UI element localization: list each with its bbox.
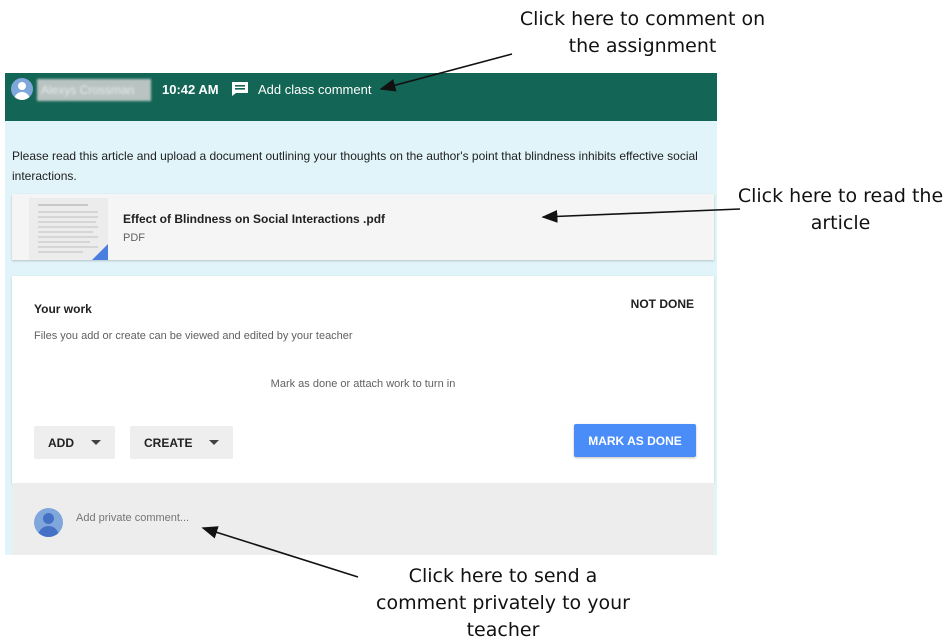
assignment-header: Alexys Crossman 10:42 AM Add class comme… <box>5 73 717 121</box>
annotation-private-comment: Click here to send a comment privately t… <box>376 565 630 641</box>
chevron-down-icon <box>209 440 219 445</box>
private-comment-area <box>12 483 714 555</box>
pdf-thumbnail <box>29 198 108 260</box>
post-time: 10:42 AM <box>162 82 219 97</box>
create-button-label: CREATE <box>144 435 193 450</box>
author-name: Alexys Crossman <box>37 79 151 101</box>
assignment-instructions: Please read this article and upload a do… <box>12 149 698 183</box>
attachment-file-name[interactable]: Effect of Blindness on Social Interactio… <box>123 212 385 226</box>
attachment-card[interactable]: Effect of Blindness on Social Interactio… <box>12 194 714 260</box>
create-button[interactable]: CREATE <box>130 426 233 459</box>
chevron-down-icon <box>91 440 101 445</box>
add-button-label: ADD <box>48 435 74 450</box>
user-avatar-icon <box>11 78 33 100</box>
add-class-comment-link[interactable]: Add class comment <box>258 80 371 100</box>
add-button[interactable]: ADD <box>34 426 115 459</box>
your-work-hint: Files you add or create can be viewed an… <box>34 330 353 342</box>
turn-in-hint: Mark as done or attach work to turn in <box>270 378 456 390</box>
user-avatar-icon <box>34 508 63 537</box>
attachment-file-type: PDF <box>123 232 145 244</box>
comment-icon[interactable] <box>231 81 249 97</box>
your-work-title: Your work <box>34 302 92 316</box>
mark-as-done-button[interactable]: MARK AS DONE <box>574 424 696 457</box>
annotation-class-comment: Click here to comment on the assignment <box>519 8 766 57</box>
your-work-card: Your work NOT DONE Files you add or crea… <box>12 276 714 483</box>
pdf-corner-icon <box>92 244 108 260</box>
annotation-read-article: Click here to read the article <box>737 185 944 234</box>
private-comment-input[interactable] <box>76 512 576 524</box>
assignment-panel: Alexys Crossman 10:42 AM Add class comme… <box>5 73 717 555</box>
status-badge: NOT DONE <box>630 297 694 311</box>
